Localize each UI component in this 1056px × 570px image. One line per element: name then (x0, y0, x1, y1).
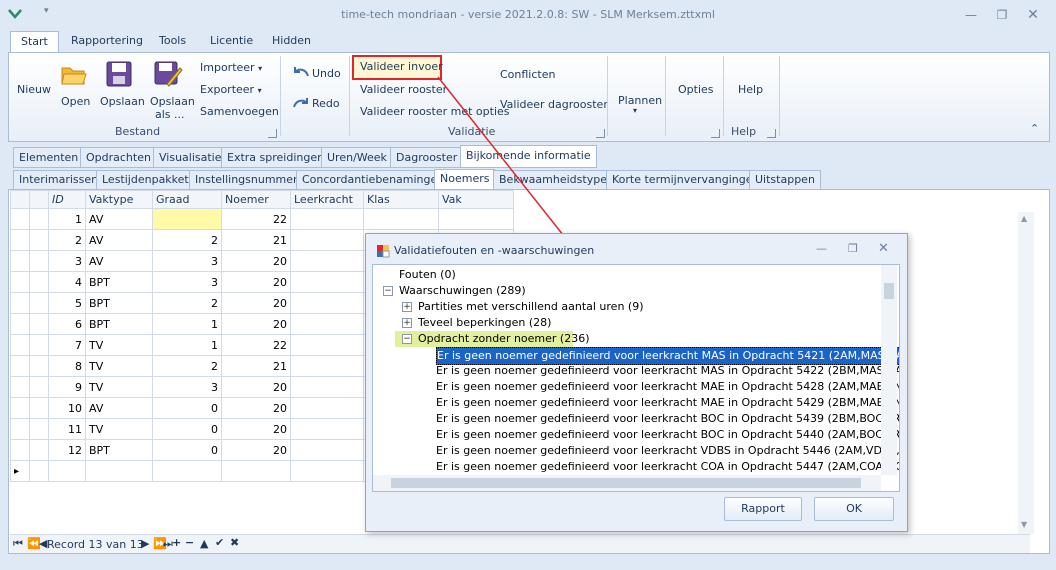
validation-tree: Fouten (0) − Waarschuwingen (289) + Part… (372, 264, 900, 492)
expand-icon[interactable]: + (402, 302, 412, 312)
dialog-title: Validatiefouten en -waarschuwingen (394, 244, 595, 257)
dialog-maximize-icon[interactable]: ❐ (848, 242, 858, 255)
expand-icon[interactable]: + (402, 318, 412, 328)
collapse-icon[interactable]: − (383, 286, 393, 296)
validation-dialog: Validatiefouten en -waarschuwingen — ❐ ✕… (365, 233, 908, 532)
dialog-app-icon (376, 244, 390, 258)
tree-item-warning[interactable]: Er is geen noemer gedefinieerd voor leer… (436, 443, 899, 459)
tree-item-warning[interactable]: Er is geen noemer gedefinieerd voor leer… (436, 363, 899, 379)
dialog-close-icon[interactable]: ✕ (878, 241, 889, 256)
tree-node-waarschuwingen[interactable]: Waarschuwingen (289) (399, 283, 526, 299)
tree-node-fouten[interactable]: Fouten (0) (399, 267, 456, 283)
tree-item-warning[interactable]: Er is geen noemer gedefinieerd voor leer… (436, 379, 899, 395)
collapse-icon[interactable]: − (402, 334, 412, 344)
tree-item-warning[interactable]: Er is geen noemer gedefinieerd voor leer… (436, 395, 899, 411)
tree-node-teveel[interactable]: Teveel beperkingen (28) (418, 315, 551, 331)
tree-scroll-thumb[interactable] (884, 283, 894, 299)
tree-item-warning[interactable]: Er is geen noemer gedefinieerd voor leer… (436, 411, 899, 427)
tree-hscroll-thumb[interactable] (391, 478, 861, 488)
rapport-button[interactable]: Rapport (724, 497, 802, 521)
tree-item-warning[interactable]: Er is geen noemer gedefinieerd voor leer… (436, 427, 899, 443)
tree-node-opdracht[interactable]: Opdracht zonder noemer (236) (418, 331, 590, 347)
tree-item-warning[interactable]: Er is geen noemer gedefinieerd voor leer… (436, 459, 899, 475)
tree-node-partities[interactable]: Partities met verschillend aantal uren (… (418, 299, 644, 315)
ok-button[interactable]: OK (814, 497, 894, 521)
dialog-minimize-icon[interactable]: — (816, 242, 827, 255)
